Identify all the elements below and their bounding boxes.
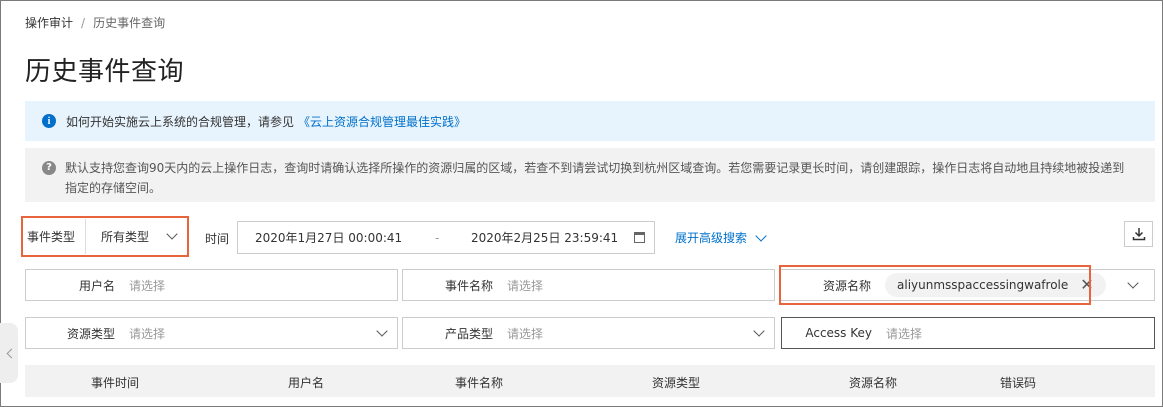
column-header: 错误码 [1000, 376, 1037, 390]
best-practice-link[interactable]: 《云上资源合规管理最佳实践》 [298, 113, 466, 130]
column-header: 用户名 [288, 376, 325, 390]
resource-type-placeholder: 请选择 [129, 326, 166, 341]
chevron-down-icon[interactable] [1127, 277, 1139, 289]
breadcrumb-separator: / [81, 15, 86, 30]
page-title: 历史事件查询 [25, 57, 185, 87]
sidebar-collapse-handle[interactable] [0, 323, 18, 383]
event-name-placeholder: 请选择 [507, 278, 544, 293]
resource-name-tag-text: aliyunmsspaccessingwafrole [897, 278, 1069, 292]
event-type-filter: 事件类型 所有类型 [21, 216, 189, 257]
chevron-down-icon [166, 228, 178, 240]
event-type-value: 所有类型 [101, 230, 150, 244]
close-icon[interactable]: ✕ [1080, 277, 1093, 293]
question-icon: ? [42, 161, 56, 175]
help-text-line1: 默认支持您查询90天内的云上操作日志，查询时请确认选择所操作的资源归属的区域，若… [65, 161, 1125, 175]
chevron-down-icon [755, 229, 767, 242]
time-separator: - [435, 230, 440, 245]
event-type-label: 事件类型 [27, 230, 76, 244]
column-header: 资源类型 [652, 376, 701, 390]
event-type-select[interactable]: 所有类型 [85, 219, 186, 254]
resource-name-field[interactable]: 资源名称 aliyunmsspaccessingwafrole ✕ [779, 269, 1155, 301]
access-key-placeholder: 请选择 [886, 326, 923, 341]
user-name-placeholder: 请选择 [129, 278, 166, 293]
time-start[interactable]: 2020年1月27日 00:00:41 [255, 229, 435, 246]
info-text: 如何开始实施云上系统的合规管理，请参见 [66, 114, 295, 129]
breadcrumb-current: 历史事件查询 [93, 16, 166, 30]
time-end[interactable]: 2020年2月25日 23:59:41 [471, 229, 631, 246]
resource-name-label: 资源名称 [822, 278, 871, 293]
resource-type-field[interactable]: 资源类型 请选择 [25, 317, 398, 349]
event-name-field[interactable]: 事件名称 请选择 [402, 269, 775, 301]
chevron-left-icon [6, 348, 16, 358]
advanced-search-label: 展开高级搜索 [675, 231, 748, 245]
event-name-label: 事件名称 [444, 278, 493, 293]
download-icon [1132, 228, 1145, 241]
access-key-label: Access Key [805, 326, 872, 340]
breadcrumb: 操作审计 / 历史事件查询 [25, 14, 165, 31]
column-header: 资源名称 [849, 376, 898, 390]
product-type-placeholder: 请选择 [507, 326, 544, 341]
breadcrumb-root[interactable]: 操作审计 [25, 14, 73, 31]
info-icon: i [42, 114, 56, 128]
user-name-label: 用户名 [78, 278, 115, 293]
time-range-picker[interactable]: 2020年1月27日 00:00:41 - 2020年2月25日 23:59:4… [237, 221, 655, 254]
download-button[interactable] [1124, 221, 1153, 247]
product-type-label: 产品类型 [444, 326, 493, 341]
time-label: 时间 [205, 232, 230, 246]
access-key-field[interactable]: Access Key 请选择 [781, 317, 1155, 349]
resource-type-label: 资源类型 [66, 326, 115, 341]
help-banner: ? 默认支持您查询90天内的云上操作日志，查询时请确认选择所操作的资源归属的区域… [25, 148, 1155, 202]
column-header: 事件名称 [455, 376, 504, 390]
column-header: 事件时间 [91, 376, 140, 390]
info-banner: i 如何开始实施云上系统的合规管理，请参见 《云上资源合规管理最佳实践》 [25, 101, 1155, 141]
resource-name-tag: aliyunmsspaccessingwafrole ✕ [885, 273, 1106, 297]
advanced-search-toggle[interactable]: 展开高级搜索 [675, 229, 767, 246]
chevron-down-icon[interactable] [376, 325, 388, 337]
table-header: 事件时间 用户名 事件名称 资源类型 资源名称 错误码 [25, 365, 1155, 397]
chevron-down-icon[interactable] [753, 325, 765, 337]
calendar-icon[interactable] [634, 232, 645, 243]
product-type-field[interactable]: 产品类型 请选择 [402, 317, 775, 349]
user-name-field[interactable]: 用户名 请选择 [25, 269, 398, 301]
help-text-line2: 指定的存储空间。 [65, 181, 162, 195]
